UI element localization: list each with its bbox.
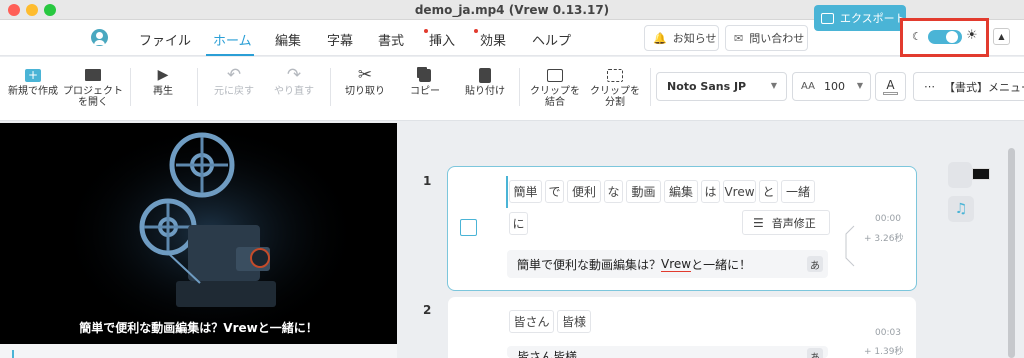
- divider: [130, 68, 131, 106]
- word-chip[interactable]: Vrew: [723, 180, 756, 203]
- word-chip[interactable]: 動画: [626, 180, 661, 203]
- active-tab-indicator: [206, 54, 254, 56]
- font-size-icon: AA: [801, 81, 815, 92]
- chevron-down-icon: ▼: [770, 81, 777, 90]
- tab-file[interactable]: ファイル: [139, 30, 191, 49]
- color-swatch: [883, 91, 898, 95]
- notice-button[interactable]: 🔔 お知らせ: [644, 25, 719, 51]
- tab-home[interactable]: ホーム: [213, 30, 252, 49]
- spellcheck-word: Vrew: [661, 256, 692, 272]
- thumbnail-toggle[interactable]: [948, 162, 972, 188]
- undo-button[interactable]: ↶ 元に戻す: [208, 64, 260, 97]
- word-chip[interactable]: 便利: [567, 180, 601, 203]
- new-badge-dot: [474, 29, 478, 33]
- timeline-bracket-icon: [845, 225, 855, 267]
- merge-icon: [547, 68, 563, 82]
- clip-checkbox[interactable]: [460, 219, 477, 236]
- language-badge[interactable]: あ: [807, 348, 823, 358]
- merge-clips-button[interactable]: クリップを 結合: [527, 64, 583, 108]
- clip-start-time: 00:03: [875, 328, 901, 338]
- cut-button[interactable]: ✂ 切り取り: [339, 64, 391, 97]
- export-button[interactable]: エクスポート: [814, 5, 906, 31]
- language-badge[interactable]: あ: [807, 256, 823, 272]
- word-chip[interactable]: 皆様: [557, 310, 591, 333]
- copy-icon: [419, 68, 431, 82]
- tab-insert[interactable]: 挿入: [429, 30, 455, 49]
- word-chip[interactable]: 編集: [664, 180, 698, 203]
- font-family-select[interactable]: Noto Sans JP ▼: [656, 72, 787, 101]
- subtitle-field[interactable]: 皆さん皆様 あ: [507, 346, 828, 358]
- paste-button[interactable]: 貼り付け: [459, 64, 511, 97]
- font-size-select[interactable]: AA 100 ▼: [792, 72, 871, 101]
- clip-start-time: 00:00: [875, 214, 901, 224]
- word-chip[interactable]: は: [701, 180, 720, 203]
- word-chip[interactable]: 簡単: [509, 180, 542, 203]
- play-button[interactable]: ▶ 再生: [140, 64, 186, 98]
- music-button[interactable]: ♫: [948, 196, 974, 222]
- word-chip[interactable]: 皆さん: [509, 310, 554, 333]
- redo-button[interactable]: ↷ やり直す: [268, 64, 320, 97]
- tab-format[interactable]: 書式: [378, 30, 404, 49]
- tab-effects[interactable]: 効果: [480, 30, 506, 49]
- projector-image: [0, 123, 397, 344]
- text-cursor: [506, 176, 508, 208]
- clipboard-icon: [479, 67, 491, 83]
- divider: [197, 68, 198, 106]
- word-chip[interactable]: で: [545, 180, 564, 203]
- copy-button[interactable]: コピー: [399, 64, 451, 97]
- font-color-button[interactable]: A: [875, 72, 906, 101]
- video-preview[interactable]: 簡単で便利な動画編集は？Vrewと一緒に！: [0, 123, 397, 344]
- scrollbar[interactable]: [1008, 148, 1015, 358]
- contact-button[interactable]: ✉ 問い合わせ: [725, 25, 808, 51]
- clip-thumbnail[interactable]: [972, 168, 990, 180]
- word-chip[interactable]: な: [604, 180, 623, 203]
- chevron-down-icon: ▼: [856, 81, 863, 90]
- new-icon: +: [25, 68, 41, 82]
- sliders-icon: ☰: [753, 215, 764, 230]
- audio-fix-button[interactable]: ☰ 音声修正: [742, 210, 830, 235]
- word-chip[interactable]: と: [759, 180, 778, 203]
- clip-duration: + 1.39秒: [864, 347, 904, 357]
- clapper-icon: [85, 69, 101, 81]
- account-icon[interactable]: [91, 29, 108, 46]
- mail-icon: ✉: [734, 31, 744, 45]
- clip-number: 1: [423, 174, 432, 188]
- format-menu-button[interactable]: ⋯ 【書式】メニュー: [913, 72, 1024, 101]
- highlight-box: [900, 18, 989, 57]
- tab-help[interactable]: ヘルプ: [532, 30, 571, 49]
- new-project-button[interactable]: + 新規で作成: [8, 64, 58, 97]
- open-project-button[interactable]: プロジェクト を開く: [62, 64, 124, 108]
- music-note-icon: ♫: [954, 201, 968, 217]
- redo-icon: ↷: [286, 64, 302, 85]
- divider: [650, 68, 651, 106]
- divider: [330, 68, 331, 106]
- new-badge-dot: [424, 29, 428, 33]
- word-chip[interactable]: 一緒: [781, 180, 815, 203]
- undo-icon: ↶: [226, 64, 242, 85]
- divider: [519, 68, 520, 106]
- subtitle-field[interactable]: 簡単で便利な動画編集は？ Vrew と一緒に！ あ: [507, 250, 828, 278]
- clip-duration: + 3.26秒: [864, 234, 904, 244]
- export-icon: [821, 12, 834, 24]
- video-caption: 簡単で便利な動画編集は？Vrewと一緒に！: [79, 321, 318, 335]
- clip-number: 2: [423, 303, 432, 317]
- scissors-icon: ✂: [357, 64, 373, 85]
- bell-icon: 🔔: [653, 31, 667, 45]
- timeline-strip: [0, 344, 397, 358]
- collapse-toolbar-button[interactable]: ▲: [993, 28, 1010, 45]
- split-clip-button[interactable]: クリップを 分割: [587, 64, 643, 108]
- split-icon: [607, 68, 623, 82]
- tab-edit[interactable]: 編集: [275, 30, 301, 49]
- play-icon: ▶: [157, 66, 169, 83]
- tab-subtitle[interactable]: 字幕: [327, 30, 353, 49]
- more-icon: ⋯: [924, 80, 935, 93]
- word-chip[interactable]: に: [509, 212, 528, 235]
